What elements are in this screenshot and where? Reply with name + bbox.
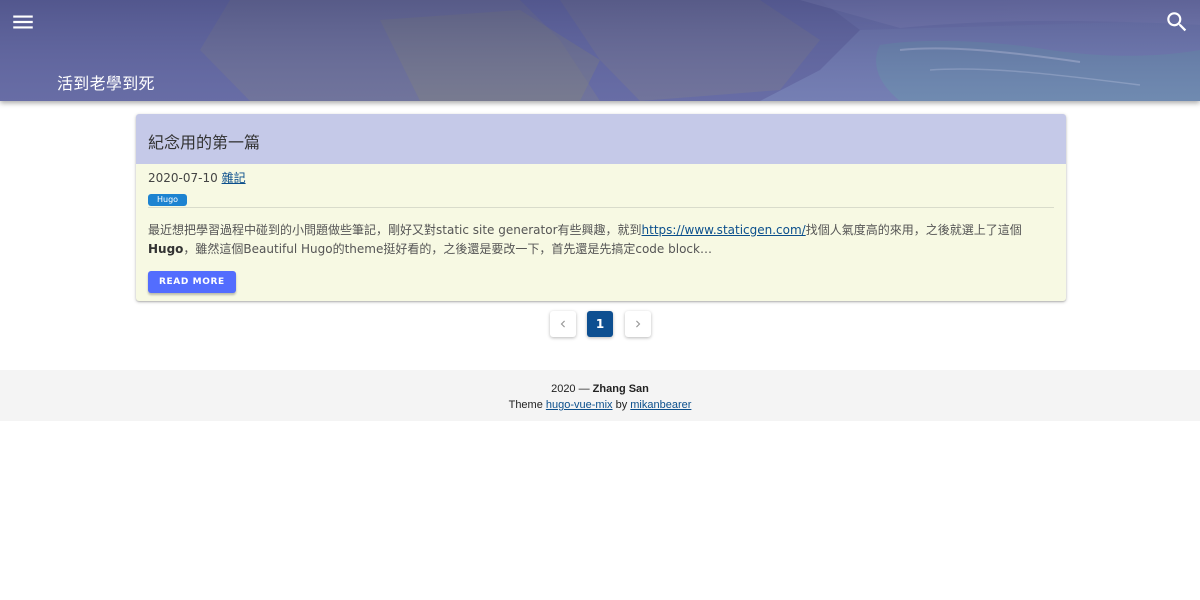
chevron-left-icon: [560, 320, 565, 328]
post-body: 2020-07-10 雜記 Hugo 最近想把學習過程中碰到的小問題做些筆記，剛…: [136, 164, 1066, 293]
menu-icon: [13, 15, 33, 29]
page-button-current[interactable]: 1: [587, 311, 613, 337]
footer-author: Zhang San: [592, 383, 649, 395]
post-tag-badge[interactable]: Hugo: [148, 194, 188, 206]
excerpt-bold: Hugo: [148, 242, 184, 256]
prev-page-button[interactable]: [550, 311, 576, 337]
footer: 2020 — Zhang San Theme hugo-vue-mix by m…: [0, 370, 1200, 421]
footer-theme-credit: Theme hugo-vue-mix by mikanbearer: [0, 397, 1200, 413]
header-background-image: [0, 0, 1200, 101]
post-card: 紀念用的第一篇 2020-07-10 雜記 Hugo 最近想把學習過程中碰到的小…: [136, 114, 1066, 301]
theme-link[interactable]: hugo-vue-mix: [546, 399, 613, 411]
search-button[interactable]: [1164, 9, 1190, 35]
chevron-right-icon: [636, 320, 641, 328]
footer-by: by: [612, 399, 631, 411]
post-meta: 2020-07-10 雜記: [148, 169, 1054, 187]
excerpt-text-2: 找個人氣度高的來用，之後就選上了這個: [805, 223, 1022, 237]
read-more-button[interactable]: READ MORE: [148, 271, 236, 293]
post-date: 2020-07-10: [148, 171, 218, 185]
menu-button[interactable]: [10, 9, 36, 35]
next-page-button[interactable]: [625, 311, 651, 337]
post-divider: [148, 207, 1054, 208]
excerpt-text-3: ，雖然這個Beautiful Hugo的theme挺好看的，之後還是要改一下，首…: [183, 242, 712, 256]
footer-copyright: 2020 — Zhang San: [0, 381, 1200, 397]
footer-year: 2020 —: [551, 383, 593, 395]
footer-theme-prefix: Theme: [508, 399, 546, 411]
app-bar: 活到老學到死: [0, 0, 1200, 101]
excerpt-link[interactable]: https://www.staticgen.com/: [642, 223, 806, 237]
post-title[interactable]: 紀念用的第一篇: [136, 114, 1066, 164]
theme-author-link[interactable]: mikanbearer: [630, 399, 691, 411]
site-title[interactable]: 活到老學到死: [57, 70, 155, 94]
excerpt-text-1: 最近想把學習過程中碰到的小問題做些筆記，剛好又對static site gene…: [148, 223, 642, 237]
search-icon: [1167, 12, 1187, 32]
post-category-link[interactable]: 雜記: [222, 171, 246, 185]
post-excerpt: 最近想把學習過程中碰到的小問題做些筆記，剛好又對static site gene…: [148, 221, 1054, 259]
